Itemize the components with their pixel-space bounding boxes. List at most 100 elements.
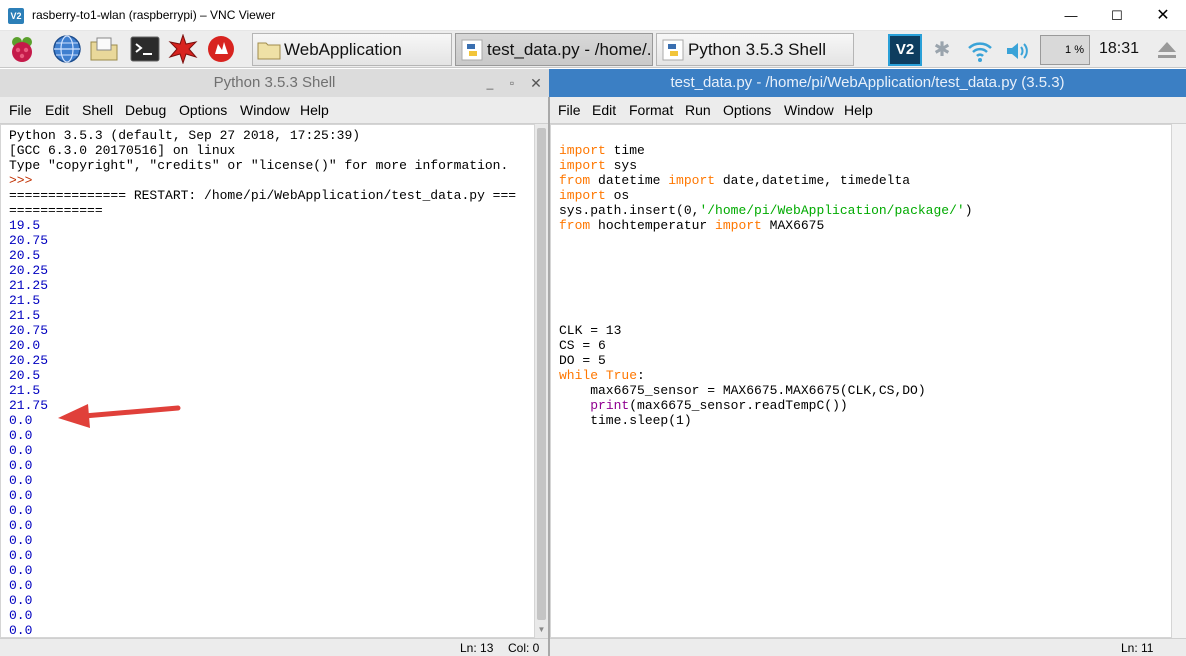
cpu-monitor[interactable]: 1 % (1040, 35, 1090, 65)
shell-prompt: >>> (9, 173, 33, 188)
restart-line: =============== RESTART: /home/pi/WebApp… (9, 188, 517, 203)
line-number: Ln: 13 (460, 641, 494, 655)
shell-output-value: 21.25 (9, 278, 49, 293)
menu-help[interactable]: Help (300, 102, 329, 118)
mathematica-icon[interactable] (168, 34, 198, 64)
menu-debug[interactable]: Debug (125, 102, 166, 118)
menu-edit[interactable]: Edit (45, 102, 69, 118)
python-icon (461, 39, 483, 61)
shell-output-value: 20.25 (9, 353, 49, 368)
shell-output-value: 19.5 (9, 218, 41, 233)
minimize-button[interactable]: — (1048, 0, 1094, 31)
shell-output-value: 0.0 (9, 428, 33, 443)
shell-output-value: 0.0 (9, 593, 33, 608)
code-line: max6675_sensor = MAX6675.MAX6675(CLK,CS,… (559, 383, 926, 398)
shell-title-text: Python 3.5.3 Shell (213, 74, 336, 91)
shell-output-value: 20.5 (9, 248, 41, 263)
shell-header-line: [GCC 6.3.0 20170516] on linux (9, 143, 236, 158)
shell-output-value: 0.0 (9, 563, 33, 578)
editor-scrollbar[interactable] (1172, 124, 1186, 638)
line-number: Ln: 11 (1121, 641, 1154, 655)
shell-output-value: 20.75 (9, 323, 49, 338)
menu-file[interactable]: File (9, 102, 32, 118)
terminal-icon[interactable] (130, 34, 160, 64)
menu-options[interactable]: Options (179, 102, 227, 118)
code-line: time.sleep(1) (559, 413, 692, 428)
task-label: Python 3.5.3 Shell (688, 40, 826, 59)
code-line: while True: (559, 368, 645, 383)
vnc-server-icon[interactable]: V2 (888, 34, 922, 66)
shell-window-title[interactable]: Python 3.5.3 Shell _ ▫ ✕ (0, 69, 549, 97)
wolfram-icon[interactable] (206, 34, 236, 64)
shell-output-value: 0.0 (9, 458, 33, 473)
shell-output-value: 0.0 (9, 548, 33, 563)
task-test-data[interactable]: test_data.py - /home/... (455, 33, 653, 66)
bluetooth-icon[interactable]: ✱ (932, 37, 952, 63)
file-manager-icon[interactable] (89, 34, 119, 64)
taskbar: WebApplication test_data.py - /home/... … (0, 31, 1186, 68)
shell-header-line: Python 3.5.3 (default, Sep 27 2018, 17:2… (9, 128, 361, 143)
shell-output-value: 0.0 (9, 473, 33, 488)
wifi-icon[interactable] (966, 39, 994, 63)
vnc-title-bar: V2 rasberry-to1-wlan (raspberrypi) – VNC… (0, 0, 1186, 31)
shell-output-area[interactable]: Python 3.5.3 (default, Sep 27 2018, 17:2… (0, 124, 535, 638)
annotation-arrow-icon (58, 404, 181, 428)
shell-header-line: Type "copyright", "credits" or "license(… (9, 158, 509, 173)
menu-file[interactable]: File (558, 102, 581, 118)
menu-shell[interactable]: Shell (82, 102, 113, 118)
shell-output-value: 20.25 (9, 263, 49, 278)
window-title: rasberry-to1-wlan (raspberrypi) – VNC Vi… (32, 8, 276, 22)
menu-edit[interactable]: Edit (592, 102, 616, 118)
editor-window-title[interactable]: test_data.py - /home/pi/WebApplication/t… (549, 69, 1186, 97)
task-label: test_data.py - /home/... (487, 40, 653, 59)
cpu-usage: 1 % (1065, 44, 1084, 56)
restart-line-wrap: ============ (9, 203, 103, 218)
code-line: CS = 6 (559, 338, 606, 353)
code-line: print(max6675_sensor.readTempC()) (590, 398, 848, 413)
shell-scrollbar-thumb[interactable] (537, 128, 546, 620)
task-label: WebApplication (284, 40, 402, 59)
maximize-button[interactable]: ☐ (1094, 0, 1140, 31)
python-icon (662, 39, 684, 61)
code-line: import time (559, 143, 645, 158)
shell-output-value: 20.0 (9, 338, 41, 353)
editor-menu-bar: File Edit Format Run Options Window Help (550, 97, 1186, 124)
shell-minimize-button[interactable]: _ (480, 69, 500, 97)
raspberry-menu-icon[interactable] (7, 34, 37, 64)
shell-output-value: 0.0 (9, 488, 33, 503)
shell-output-value: 0.0 (9, 503, 33, 518)
eject-icon[interactable] (1156, 39, 1178, 61)
shell-close-button[interactable]: ✕ (526, 69, 546, 97)
task-python-shell[interactable]: Python 3.5.3 Shell (656, 33, 854, 66)
shell-output-value: 0.0 (9, 623, 33, 638)
menu-format[interactable]: Format (629, 102, 673, 118)
code-editor[interactable]: import time import sys from datetime imp… (550, 124, 1172, 638)
shell-output-value: 21.5 (9, 383, 41, 398)
task-webapplication[interactable]: WebApplication (252, 33, 452, 66)
column-number: Col: 0 (508, 641, 540, 655)
menu-run[interactable]: Run (685, 102, 711, 118)
code-line: import os (559, 188, 630, 203)
shell-maximize-button[interactable]: ▫ (502, 69, 522, 97)
menu-options[interactable]: Options (723, 102, 771, 118)
editor-status-bar: Ln: 11 (550, 638, 1186, 656)
scroll-down-icon[interactable]: ▼ (536, 625, 547, 636)
vnc-logo-icon: V2 (8, 8, 24, 24)
clock[interactable]: 18:31 (1099, 40, 1139, 58)
menu-help[interactable]: Help (844, 102, 873, 118)
shell-output-value: 21.5 (9, 308, 41, 323)
shell-output-value: 0.0 (9, 533, 33, 548)
code-line: import sys (559, 158, 638, 173)
web-browser-icon[interactable] (52, 34, 82, 64)
menu-window[interactable]: Window (784, 102, 834, 118)
shell-menu-bar: File Edit Shell Debug Options Window Hel… (0, 97, 549, 124)
shell-output-value: 0.0 (9, 518, 33, 533)
shell-output-value: 0.0 (9, 443, 33, 458)
close-button[interactable]: ✕ (1140, 0, 1186, 31)
menu-window[interactable]: Window (240, 102, 290, 118)
shell-output-value: 20.75 (9, 233, 49, 248)
shell-output-value: 0.0 (9, 413, 33, 428)
shell-output-value: 0.0 (9, 608, 33, 623)
volume-icon[interactable] (1004, 39, 1032, 63)
code-line: from hochtemperatur import MAX6675 (559, 218, 825, 233)
